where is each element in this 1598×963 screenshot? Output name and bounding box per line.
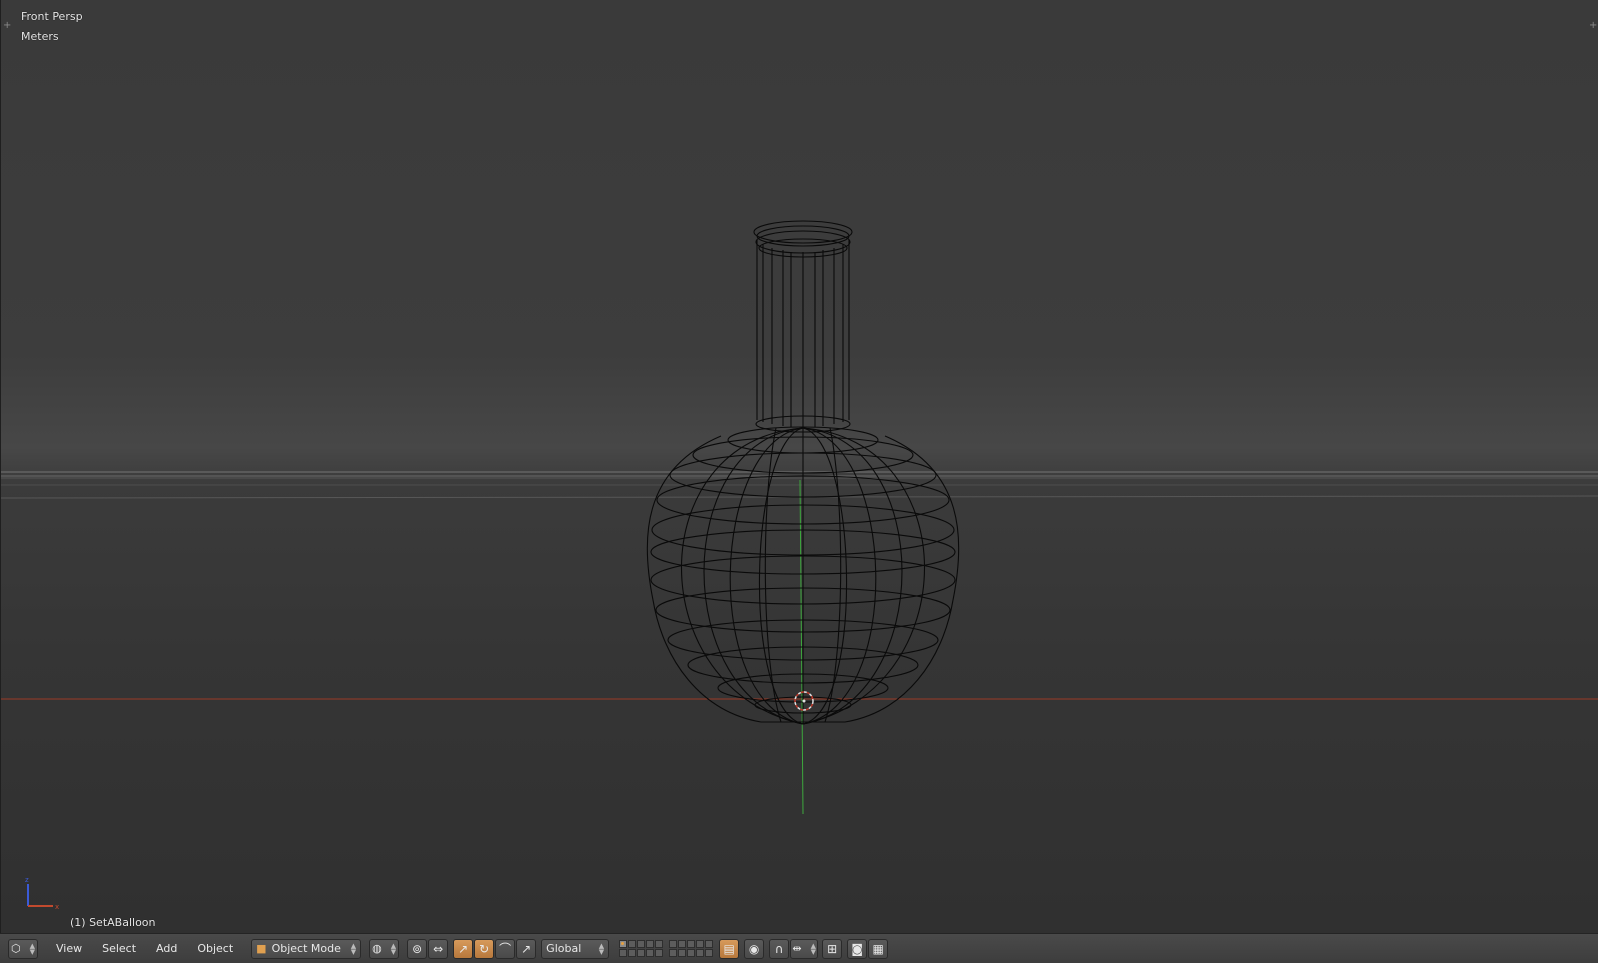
active-object-label: (1) SetABalloon: [70, 916, 156, 929]
proportional-edit-button[interactable]: ◉: [744, 938, 765, 959]
snap-target-button[interactable]: ⊞: [822, 938, 843, 959]
axis-gizmo: x z: [25, 876, 59, 911]
snap-element-selector[interactable]: ⇹ ▲ ▼: [790, 938, 819, 959]
area-split-corner-left-icon[interactable]: +: [3, 21, 11, 31]
dropdown-arrows-icon: ▲ ▼: [598, 941, 605, 956]
mode-selector-label: Object Mode: [271, 942, 341, 955]
pivot-point-button[interactable]: ⊚: [407, 938, 428, 959]
viewport-header: ⬡ ▲ ▼ View Select Add Object ■ Object Mod…: [0, 933, 1598, 963]
layer-15[interactable]: [655, 949, 664, 957]
3d-view-cube-icon: ⬡: [11, 942, 21, 955]
layer-1[interactable]: [619, 940, 628, 948]
render-still-button[interactable]: ◙: [847, 938, 868, 959]
dropdown-arrows-icon: ▲ ▼: [350, 941, 357, 956]
layer-4[interactable]: [646, 940, 655, 948]
layer-3[interactable]: [637, 940, 646, 948]
lock-layers-button[interactable]: ▤: [719, 938, 740, 959]
menu-select[interactable]: Select: [92, 939, 146, 959]
dropdown-arrows-icon: ▲ ▼: [810, 941, 816, 956]
manipulator-toggle[interactable]: ⇔: [428, 938, 449, 959]
layer-11[interactable]: [619, 949, 628, 957]
layer-16[interactable]: [669, 949, 678, 957]
scene-layers-group-1[interactable]: [619, 940, 664, 957]
svg-text:x: x: [55, 903, 59, 911]
object-mode-cube-icon: ■: [256, 942, 267, 955]
layer-19[interactable]: [696, 949, 705, 957]
dropdown-arrows-icon: ▲ ▼: [29, 941, 35, 956]
menu-object[interactable]: Object: [187, 939, 243, 959]
3d-viewport[interactable]: x z + + Front Persp Meters (1) SetABallo…: [0, 0, 1598, 933]
snap-toggle[interactable]: ∩: [769, 938, 790, 959]
render-animation-button[interactable]: ▦: [868, 938, 889, 959]
editor-type-selector[interactable]: ⬡ ▲ ▼: [8, 938, 38, 959]
camera-render-icon: ◙: [851, 941, 863, 956]
layer-12[interactable]: [628, 949, 637, 957]
area-split-corner-right-icon[interactable]: +: [1589, 21, 1597, 31]
rotate-arc-icon: ↻: [479, 941, 490, 956]
menu-view[interactable]: View: [46, 939, 92, 959]
layer-10[interactable]: [705, 940, 714, 948]
rotate-curve-icon: ⌒: [499, 942, 512, 956]
layer-5[interactable]: [655, 940, 664, 948]
svg-text:z: z: [25, 876, 29, 884]
menu-add[interactable]: Add: [146, 939, 187, 959]
viewport-scene[interactable]: x z: [1, 0, 1598, 933]
mode-selector[interactable]: ■ Object Mode ▲ ▼: [251, 938, 362, 959]
scene-layers-group-2[interactable]: [669, 940, 714, 957]
lock-layers-icon: ▤: [723, 941, 735, 956]
3d-cursor[interactable]: [794, 691, 814, 711]
layer-13[interactable]: [637, 949, 646, 957]
snap-target-icon: ⊞: [827, 941, 838, 956]
layer-7[interactable]: [678, 940, 687, 948]
layer-9[interactable]: [696, 940, 705, 948]
snap-increment-icon: ⇹: [792, 942, 802, 955]
layer-6[interactable]: [669, 940, 678, 948]
units-label: Meters: [21, 30, 59, 43]
transform-orientation-selector[interactable]: Global ▲ ▼: [541, 938, 610, 959]
translate-arrow-icon: ↗: [458, 941, 469, 956]
rotate-manipulator-button[interactable]: ↻: [474, 938, 495, 959]
translate-manipulator-button[interactable]: ↗: [453, 938, 474, 959]
proportional-edit-icon: ◉: [748, 941, 760, 956]
pivot-point-icon: ⊚: [412, 941, 423, 956]
clapper-render-icon: ▦: [872, 941, 884, 956]
magnet-icon: ∩: [774, 941, 784, 956]
layer-2[interactable]: [628, 940, 637, 948]
sphere-wire-icon: ◍: [372, 942, 382, 955]
layer-8[interactable]: [687, 940, 696, 948]
view-name-label: Front Persp: [21, 10, 83, 23]
manipulator-icon: ⇔: [433, 941, 444, 956]
layer-18[interactable]: [687, 949, 696, 957]
layer-14[interactable]: [646, 949, 655, 957]
viewport-shading-selector[interactable]: ◍ ▲ ▼: [369, 938, 400, 959]
layer-17[interactable]: [678, 949, 687, 957]
scale-arrow-icon: ↗: [521, 941, 532, 956]
transform-orientation-label: Global: [546, 942, 582, 955]
dropdown-arrows-icon: ▲ ▼: [390, 941, 397, 956]
layer-20[interactable]: [705, 949, 714, 957]
scale-arrow-button[interactable]: ↗: [516, 938, 537, 959]
scale-manipulator-button[interactable]: ⌒: [495, 938, 516, 959]
